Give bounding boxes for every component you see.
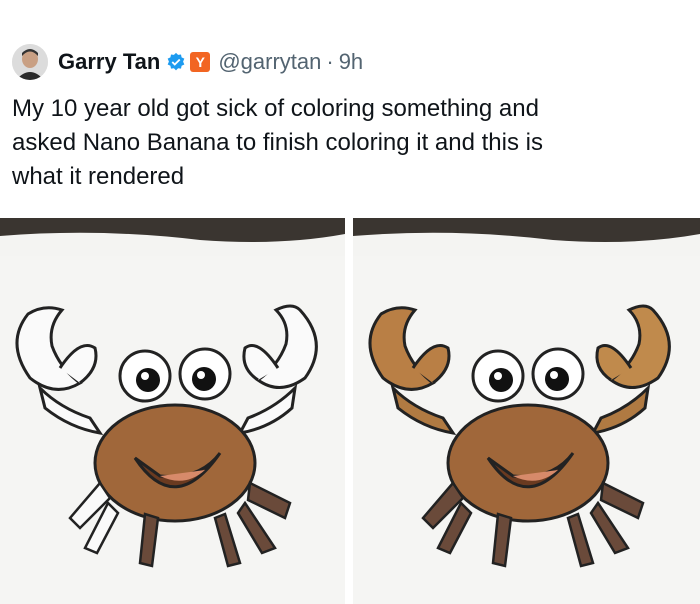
post-text: My 10 year old got sick of coloring some… bbox=[12, 95, 543, 190]
post-image-right[interactable] bbox=[353, 218, 700, 604]
post-timestamp[interactable]: 9h bbox=[339, 49, 363, 75]
separator-dot: · bbox=[326, 49, 334, 74]
yc-badge-letter: Y bbox=[195, 54, 205, 70]
image-divider bbox=[345, 218, 353, 604]
post-header: Garry Tan Y @garrytan · 9h bbox=[12, 42, 363, 82]
verified-badge-icon bbox=[167, 52, 185, 71]
original-crab-drawing bbox=[0, 218, 345, 604]
avatar-image bbox=[12, 44, 48, 80]
avatar[interactable] bbox=[12, 44, 48, 80]
ai-colored-crab-drawing bbox=[353, 218, 700, 604]
author-name[interactable]: Garry Tan bbox=[58, 49, 160, 75]
author-handle[interactable]: @garrytan bbox=[218, 49, 321, 75]
post-image-left[interactable] bbox=[0, 218, 345, 604]
yc-affiliate-badge-icon: Y bbox=[190, 52, 211, 72]
